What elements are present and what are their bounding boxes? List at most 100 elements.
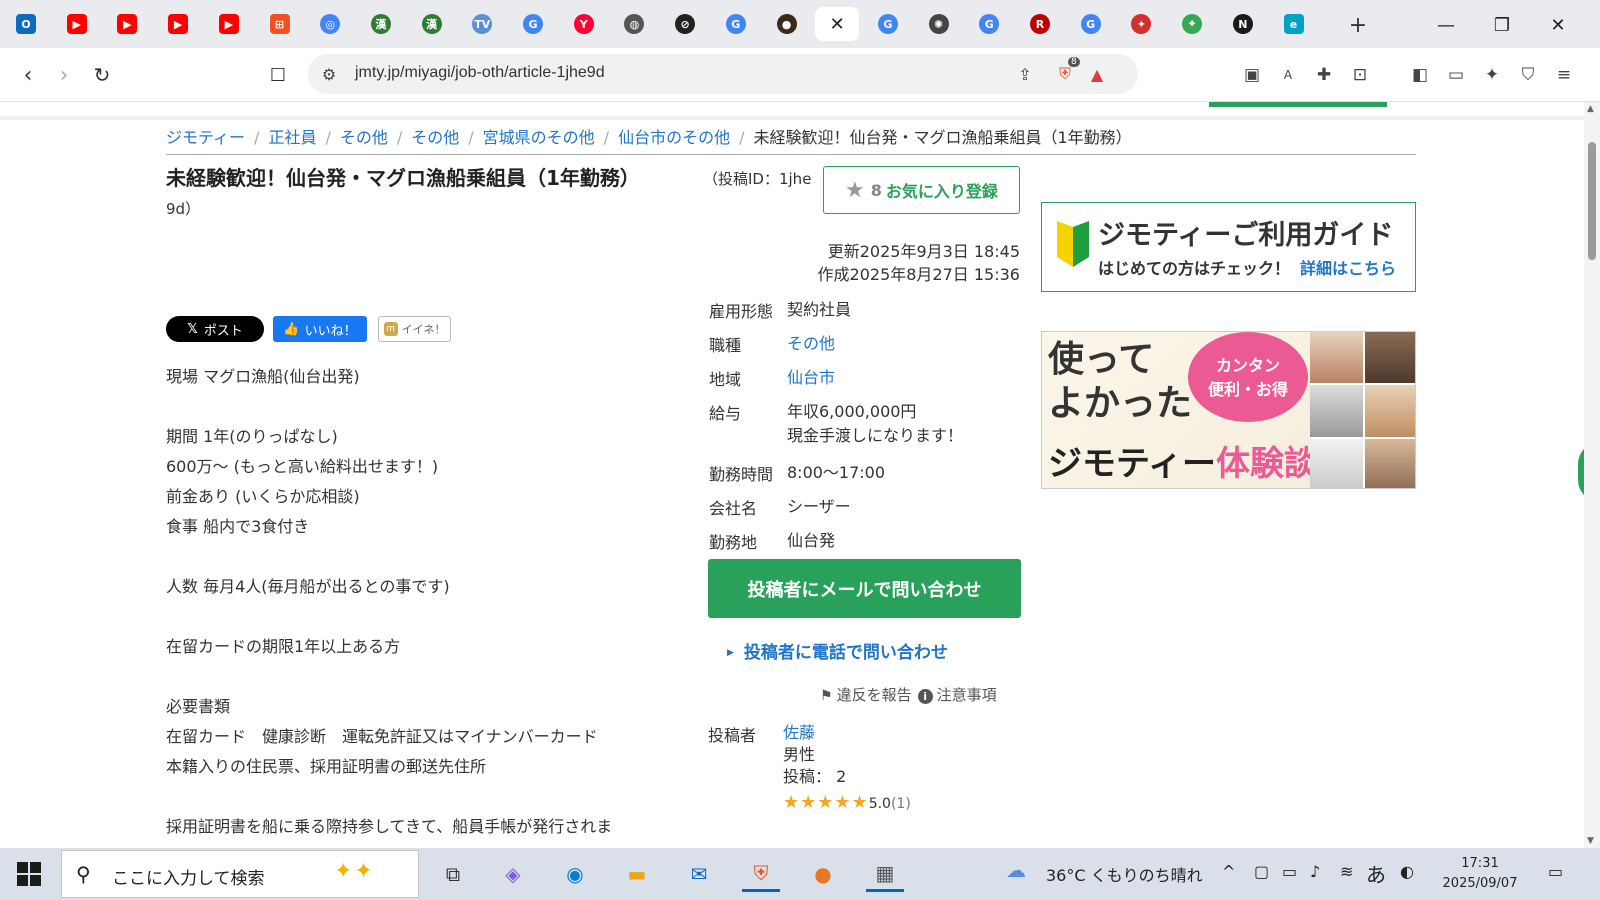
experience-banner[interactable]: 使って よかった カンタン 便利・お得 ジモティー体験談 (1041, 331, 1416, 489)
outlook-icon[interactable]: ✉ (680, 856, 718, 892)
browser-tab[interactable]: G (714, 7, 758, 41)
taskbar-clock[interactable]: 17:31 2025/09/07 (1430, 854, 1530, 894)
weather-icon[interactable]: ☁ (1006, 858, 1026, 882)
calculator-icon[interactable]: ▦ (866, 856, 904, 892)
browser-tab[interactable]: ✺ (917, 7, 961, 41)
browser-tab[interactable]: G (967, 7, 1011, 41)
brave-rewards-icon[interactable]: ▲ (1086, 63, 1108, 85)
browser-tab[interactable]: R (1018, 7, 1062, 41)
share-icon[interactable]: ⇪ (1014, 63, 1036, 85)
browser-tab[interactable]: O (4, 7, 48, 41)
scroll-up-icon[interactable]: ▲ (1587, 104, 1594, 114)
browser-tab[interactable]: ✦ (1119, 7, 1163, 41)
close-icon[interactable]: ✕ (830, 14, 845, 35)
new-tab-button[interactable]: + (1343, 10, 1373, 40)
copilot-icon[interactable]: ◈ (494, 856, 532, 892)
wifi-icon[interactable]: ≋ (1340, 862, 1353, 881)
sidebar-icon[interactable]: ◧ (1408, 63, 1432, 87)
header-button-edge[interactable] (1209, 102, 1387, 107)
browser-tab[interactable]: 漢 (359, 7, 403, 41)
browser-tab[interactable]: Y (562, 7, 606, 41)
back-button[interactable]: ‹ (14, 61, 42, 89)
screenshot-icon[interactable]: ⊡ (1348, 63, 1372, 87)
leo-ai-icon[interactable]: ✦ (1480, 63, 1504, 87)
browser-tab[interactable]: ◎ (308, 7, 352, 41)
tray-overflow-icon[interactable]: ^ (1222, 862, 1235, 881)
maximize-button[interactable]: ❐ (1482, 10, 1522, 40)
browser-tab[interactable]: ▶ (55, 7, 99, 41)
address-bar[interactable]: ⚙ jmty.jp/miyagi/job-oth/article-1jhe9d … (308, 54, 1138, 94)
bookmark-icon[interactable]: ☐ (264, 61, 292, 89)
task-view-icon[interactable]: ⧉ (434, 856, 472, 892)
mixi-check-button[interactable]: m イイネ！ (378, 316, 451, 342)
notice-link[interactable]: 注意事項 (937, 686, 997, 704)
browser-tab[interactable]: G (511, 7, 555, 41)
minimize-button[interactable]: — (1426, 10, 1466, 40)
browser-tab[interactable]: N (1221, 7, 1265, 41)
forward-button[interactable]: › (50, 61, 78, 89)
reload-button[interactable]: ↻ (88, 61, 116, 89)
guide-title: ジモティーご利用ガイド (1098, 220, 1394, 251)
guide-details-link[interactable]: 詳細はこちら (1300, 259, 1396, 278)
browser-tab[interactable]: ◍ (612, 7, 656, 41)
browser-tab[interactable]: ✕ (815, 7, 860, 41)
job-type-link[interactable]: その他 (787, 334, 835, 353)
brave-icon[interactable]: ⛨ (742, 856, 780, 892)
site-settings-icon[interactable]: ⚙ (318, 63, 340, 85)
breadcrumb-item[interactable]: 仙台市のその他 (618, 128, 730, 147)
translate-icon[interactable]: A (1276, 63, 1300, 87)
browser-tab[interactable]: ▶ (105, 7, 149, 41)
close-window-button[interactable]: ✕ (1538, 10, 1578, 40)
page-scrollbar[interactable]: ▲ ▼ (1584, 102, 1600, 848)
x-post-button[interactable]: 𝕏 ポスト (166, 316, 264, 342)
windows-start-icon[interactable] (17, 862, 41, 886)
file-explorer-icon[interactable]: ▬ (618, 856, 656, 892)
battery-icon[interactable]: ▭ (1282, 862, 1297, 881)
browser-tab[interactable]: e (1272, 7, 1316, 41)
ime-indicator[interactable]: あ (1366, 859, 1386, 888)
weather-text[interactable]: 36°C くもりのち晴れ (1046, 862, 1203, 886)
moon-icon[interactable]: ◐ (1400, 862, 1414, 881)
browser-tab[interactable]: G (866, 7, 910, 41)
star-icon: ★ (845, 177, 865, 203)
breadcrumb-item[interactable]: ジモティー (166, 128, 245, 147)
breadcrumb-item[interactable]: その他 (340, 128, 388, 147)
extensions-puzzle-icon[interactable]: ✚ (1312, 63, 1336, 87)
browser-tab[interactable]: ● (765, 7, 809, 41)
google-icon: G (725, 14, 746, 34)
browser-tab[interactable]: ⌖ (1170, 7, 1214, 41)
menu-icon[interactable]: ≡ (1552, 63, 1576, 87)
browser-tab[interactable]: G (1069, 7, 1113, 41)
mail-inquiry-button[interactable]: 投稿者にメールで問い合わせ (708, 559, 1021, 618)
phone-inquiry-link[interactable]: ▶ 投稿者に電話で問い合わせ (727, 638, 948, 663)
browser-tab[interactable]: TV (460, 7, 504, 41)
volume-icon[interactable]: ♪ (1310, 862, 1320, 881)
edge-icon[interactable]: ◉ (556, 856, 594, 892)
facebook-like-button[interactable]: 👍 いいね！ (273, 316, 367, 342)
report-link[interactable]: 違反を報告 (837, 686, 912, 704)
breadcrumb-item[interactable]: 宮城県のその他 (483, 128, 595, 147)
breadcrumb-item[interactable]: 正社員 (268, 128, 316, 147)
taskbar-search[interactable]: ⚲ ここに入力して検索 ✦✦ (61, 850, 419, 898)
post-id: （投稿ID：1jhe (703, 170, 812, 188)
browser-tab[interactable]: 漢 (410, 7, 454, 41)
breadcrumb-item[interactable]: その他 (411, 128, 459, 147)
poster-rating[interactable]: ★★★★★5.0(1) (783, 792, 911, 813)
browser-tab[interactable]: ⊘ (663, 7, 707, 41)
browser-tab[interactable]: ▶ (207, 7, 251, 41)
area-link[interactable]: 仙台市 (787, 368, 835, 387)
url-text[interactable]: jmty.jp/miyagi/job-oth/article-1jhe9d (355, 64, 605, 82)
app-orange-icon[interactable]: ● (804, 856, 842, 892)
browser-tab[interactable]: ▶ (156, 7, 200, 41)
scroll-down-icon[interactable]: ▼ (1587, 836, 1594, 846)
user-guide-banner[interactable]: ジモティーご利用ガイド はじめての方はチェック！ 詳細はこちら (1041, 202, 1416, 292)
notification-icon[interactable]: ▭ (1548, 862, 1563, 881)
vpn-shield-icon[interactable]: ⛉ (1516, 63, 1540, 87)
wallet-icon[interactable]: ▭ (1444, 63, 1468, 87)
camera-icon[interactable]: ▢ (1254, 862, 1269, 881)
extension-icon[interactable]: ▣ (1240, 63, 1264, 87)
poster-name-link[interactable]: 佐藤 (783, 723, 815, 742)
scroll-thumb[interactable] (1588, 142, 1596, 260)
favorite-button[interactable]: ★ 8 お気に入り登録 (823, 166, 1020, 214)
browser-tab[interactable]: ⊞ (258, 7, 302, 41)
